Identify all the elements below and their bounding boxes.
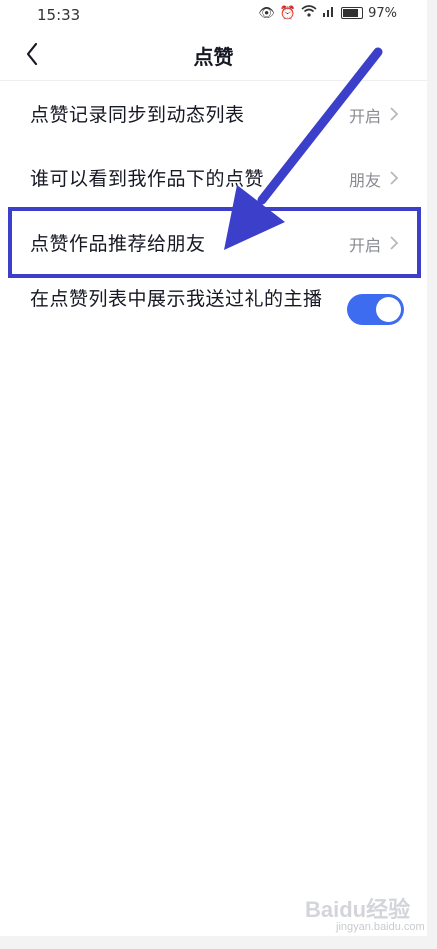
status-icons: 👁 ⏰ 97% (258, 5, 397, 21)
setting-value: 开启 (348, 107, 381, 126)
eye-icon: 👁 (258, 5, 275, 21)
setting-label: 点赞记录同步到动态列表 (30, 104, 245, 126)
setting-row-sync-likes[interactable]: 点赞记录同步到动态列表 开启 (0, 82, 427, 146)
watermark-url: jingyan.baidu.com (336, 921, 425, 933)
status-time: 15:33 (37, 6, 81, 24)
nav-bar: 点赞 (0, 30, 427, 81)
watermark-logo: Baidu经验 (305, 897, 411, 922)
phone-screen: 15:33 👁 ⏰ 97% 点赞 点赞记录同步到动态列表 开启 谁可以看到我作品… (0, 0, 427, 936)
setting-row-who-can-see-likes[interactable]: 谁可以看到我作品下的点赞 朋友 (0, 146, 427, 210)
alarm-icon: ⏰ (279, 5, 297, 21)
battery-icon (341, 7, 364, 19)
chevron-right-icon (390, 107, 399, 121)
annotation-highlight-box (8, 207, 421, 278)
battery-level: 97% (368, 5, 397, 21)
status-bar: 15:33 👁 ⏰ 97% (0, 0, 427, 30)
setting-value: 朋友 (348, 171, 381, 190)
signal-icon (322, 5, 336, 21)
setting-row-show-gifted-streamers: 在点赞列表中展示我送过礼的主播 (0, 275, 427, 355)
chevron-right-icon (390, 171, 399, 185)
setting-label: 谁可以看到我作品下的点赞 (30, 168, 265, 190)
gifted-streamers-toggle[interactable] (347, 294, 404, 325)
page-title: 点赞 (193, 45, 234, 69)
wifi-icon (301, 5, 317, 21)
setting-label: 在点赞列表中展示我送过礼的主播 (30, 288, 323, 310)
toggle-knob (376, 297, 401, 322)
